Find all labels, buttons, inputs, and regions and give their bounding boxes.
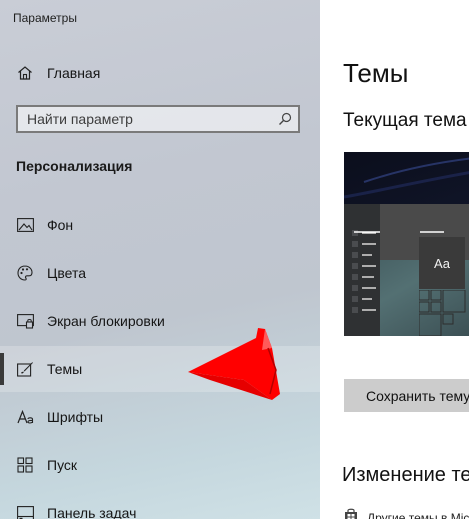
nav-item-colors[interactable]: Цвета <box>0 250 320 296</box>
annotation-arrow <box>188 328 280 400</box>
brush-icon <box>15 359 35 379</box>
sidebar: Параметры Главная Найти параметр Персона… <box>0 0 320 519</box>
start-icon <box>15 455 35 475</box>
home-icon <box>15 63 35 83</box>
change-theme-heading: Изменение темы <box>342 464 469 486</box>
nav-item-label: Фон <box>47 217 74 233</box>
nav-item-label: Панель задач <box>47 505 137 519</box>
nav-item-background[interactable]: Фон <box>0 202 320 248</box>
store-themes-label[interactable]: Другие темы в Microsoft Store <box>367 511 469 519</box>
palette-icon <box>15 263 35 283</box>
search-icon[interactable] <box>272 112 298 126</box>
save-theme-button[interactable]: Сохранить тему <box>344 379 469 412</box>
selection-indicator <box>0 353 4 385</box>
nav-home[interactable]: Главная <box>0 50 320 96</box>
nav-item-label: Пуск <box>47 457 78 473</box>
taskbar-icon <box>15 503 35 519</box>
lock-screen-icon <box>15 311 35 331</box>
store-themes-link[interactable]: Другие темы в Microsoft Store <box>344 508 469 519</box>
nav-item-label: Цвета <box>47 265 86 281</box>
nav-item-start[interactable]: Пуск <box>0 442 320 488</box>
section-title: Персонализация <box>16 158 133 174</box>
search-input-placeholder[interactable]: Найти параметр <box>27 111 272 127</box>
store-icon <box>344 508 358 519</box>
window-title: Параметры <box>13 11 77 25</box>
font-icon <box>15 407 35 427</box>
picture-icon <box>15 215 35 235</box>
preview-menu-lines <box>352 230 376 313</box>
nav-home-label: Главная <box>47 65 101 81</box>
main-content: Темы Текущая тема Aa Сохранить тему Изме… <box>320 0 469 519</box>
nav-item-label: Темы <box>47 361 83 377</box>
current-theme-heading: Текущая тема <box>343 110 467 131</box>
search-box[interactable]: Найти параметр <box>16 105 300 133</box>
wallpaper-lines <box>344 157 469 199</box>
nav-item-taskbar[interactable]: Панель задач <box>0 490 320 519</box>
nav-item-label: Экран блокировки <box>47 313 165 329</box>
preview-tiles <box>419 290 466 336</box>
preview-font-sample: Aa <box>419 237 465 289</box>
nav-item-label: Шрифты <box>47 409 104 425</box>
page-title: Темы <box>343 58 409 88</box>
theme-preview: Aa <box>344 152 469 336</box>
